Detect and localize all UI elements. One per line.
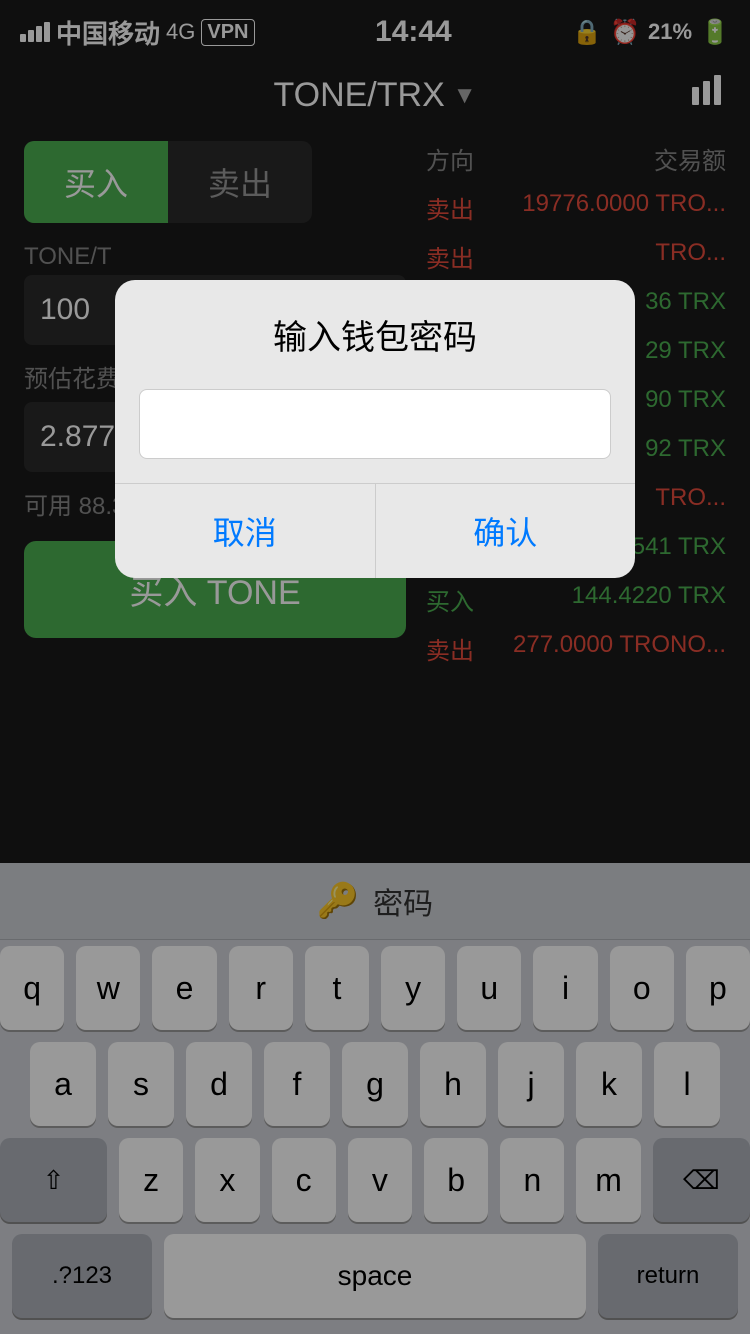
password-input[interactable]	[139, 389, 611, 459]
dialog-buttons: 取消 确认	[115, 483, 635, 578]
cancel-button[interactable]: 取消	[115, 484, 376, 578]
dialog-overlay: 输入钱包密码 取消 确认	[0, 0, 750, 1334]
dialog-input-wrap	[115, 379, 635, 483]
dialog-title: 输入钱包密码	[115, 280, 635, 379]
confirm-button[interactable]: 确认	[376, 484, 636, 578]
wallet-password-dialog: 输入钱包密码 取消 确认	[115, 280, 635, 578]
